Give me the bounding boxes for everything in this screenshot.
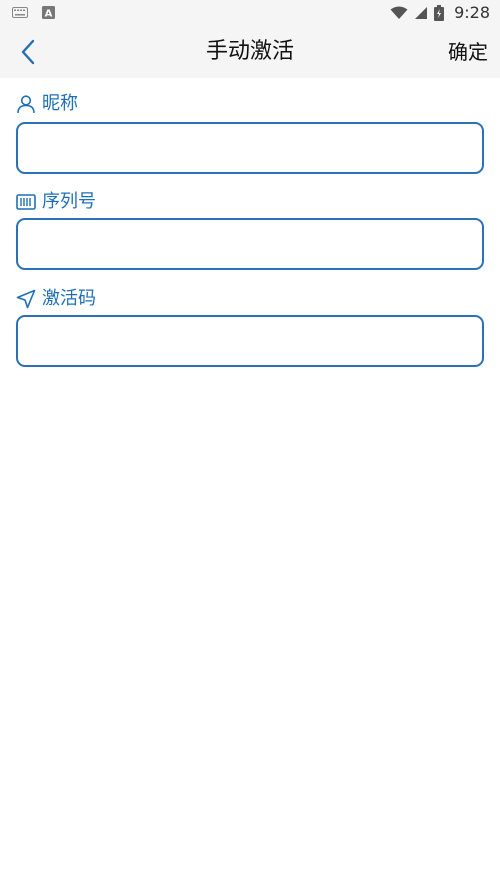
signal-icon: [414, 6, 428, 20]
status-bar-right: 9:28: [390, 3, 490, 23]
keyboard-icon: [12, 7, 28, 18]
activation-code-label-text: 激活码: [42, 288, 96, 309]
serial-number-input[interactable]: [16, 218, 484, 270]
wifi-icon: [390, 6, 408, 20]
serial-number-label: 序列号: [16, 190, 96, 214]
send-icon: [16, 289, 36, 309]
confirm-button[interactable]: 确定: [448, 37, 488, 67]
activation-code-label: 激活码: [16, 287, 96, 311]
a-notification-icon: A: [42, 6, 55, 19]
app-bar: 手动激活 确定: [0, 26, 500, 78]
svg-text:A: A: [45, 9, 53, 20]
nickname-input[interactable]: [16, 122, 484, 174]
status-bar: A 9:28: [0, 0, 500, 26]
battery-icon: [434, 5, 445, 21]
serial-number-label-text: 序列号: [42, 191, 96, 212]
status-time: 9:28: [454, 3, 490, 22]
nickname-label: 昵称: [16, 92, 78, 116]
barcode-icon: [16, 194, 36, 210]
nickname-label-text: 昵称: [42, 93, 78, 114]
user-icon: [16, 94, 36, 114]
page-title: 手动激活: [205, 39, 294, 64]
status-bar-left: A: [12, 6, 55, 19]
activation-code-input[interactable]: [16, 315, 484, 367]
